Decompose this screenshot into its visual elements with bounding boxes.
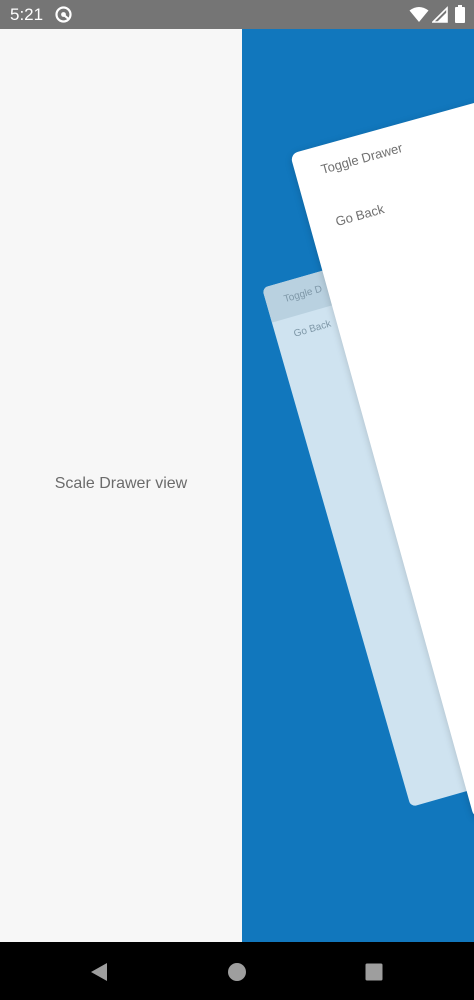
screen: 5:21 Scale Drawer view Toggle D Go Back …: [0, 0, 474, 1000]
navigation-bar: [0, 942, 474, 1000]
home-circle-icon[interactable]: [226, 961, 248, 983]
recents-square-icon[interactable]: [363, 961, 385, 983]
menu-item-toggle-drawer[interactable]: Toggle Drawer: [319, 140, 404, 177]
battery-icon: [455, 5, 465, 23]
wifi-icon: [409, 7, 429, 22]
menu-item-go-back[interactable]: Go Back: [334, 201, 386, 229]
at-sign-icon: [55, 6, 72, 23]
drawer-pane: Scale Drawer view: [0, 29, 242, 942]
back-triangle-icon[interactable]: [88, 961, 110, 983]
drawer-title: Scale Drawer view: [54, 475, 188, 492]
cell-signal-icon: [432, 6, 448, 23]
status-time: 5:21: [10, 5, 44, 24]
status-bar: 5:21: [0, 0, 474, 29]
